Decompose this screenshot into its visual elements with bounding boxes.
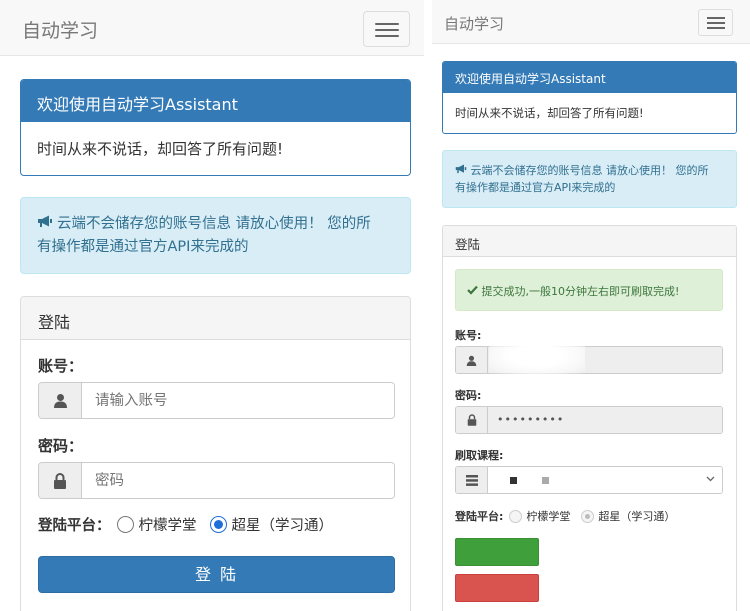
radio-button[interactable] bbox=[116, 516, 134, 533]
red-action-button[interactable] bbox=[455, 574, 539, 602]
radio-button-selected[interactable] bbox=[581, 509, 595, 523]
user-icon bbox=[456, 347, 488, 373]
account-label: 账号: bbox=[455, 329, 482, 342]
platform-group: 登陆平台： 柠檬学堂 超星（学习通） bbox=[38, 514, 346, 535]
login-title: 登陆 bbox=[21, 297, 410, 340]
platform-option-label: 超星（学习通） bbox=[598, 510, 676, 523]
alert-text-line2: 有操作都是通过官方API来完成的 bbox=[455, 181, 616, 194]
navbar-brand[interactable]: 自动学习 bbox=[444, 13, 504, 34]
welcome-title: 欢迎使用自动学习Assistant bbox=[21, 80, 410, 122]
login-title: 登陆 bbox=[443, 226, 736, 257]
platform-option-ningmeng[interactable]: 柠檬学堂 bbox=[116, 514, 197, 535]
megaphone-icon bbox=[455, 164, 471, 177]
lock-icon bbox=[456, 407, 488, 433]
platform-option-label: 柠檬学堂 bbox=[138, 518, 197, 534]
platform-option-label: 超星（学习通） bbox=[231, 518, 334, 534]
account-input[interactable] bbox=[82, 383, 394, 418]
radio-button[interactable] bbox=[509, 509, 523, 523]
password-label: 密码： bbox=[38, 437, 84, 455]
password-input-group: ••••••••• bbox=[455, 406, 723, 434]
alert-text-line1: 云端不会储存您的账号信息 请放心使用！ 您的所 bbox=[470, 164, 709, 177]
redacted-blur bbox=[489, 338, 585, 374]
alert-text-line2: 有操作都是通过官方API来完成的 bbox=[37, 239, 249, 255]
platform-option-chaoxing[interactable]: 超星（学习通） bbox=[581, 508, 675, 524]
welcome-text: 时间从来不说话，却回答了所有问题! bbox=[455, 106, 644, 120]
navbar-brand[interactable]: 自动学习 bbox=[22, 16, 98, 43]
lock-icon bbox=[39, 463, 82, 498]
success-message: 提交成功,一般10分钟左右即可刷取完成! bbox=[481, 285, 680, 298]
success-alert: 提交成功,一般10分钟左右即可刷取完成! bbox=[455, 269, 723, 311]
welcome-title: 欢迎使用自动学习Assistant bbox=[443, 62, 736, 93]
course-select-group bbox=[455, 466, 723, 494]
navbar: 自动学习 bbox=[0, 0, 424, 56]
screenshot-divider bbox=[424, 0, 432, 611]
platform-option-label: 柠檬学堂 bbox=[526, 510, 571, 523]
menu-toggle-button[interactable] bbox=[363, 11, 410, 47]
redacted-mark bbox=[542, 477, 549, 484]
password-label: 密码: bbox=[455, 389, 482, 402]
alert-text-line1: 云端不会储存您的账号信息 请放心使用！ 您的所 bbox=[57, 216, 371, 232]
course-label: 刷取课程: bbox=[455, 449, 504, 462]
login-panel: 登陆 提交成功,一般10分钟左右即可刷取完成! 账号: 密码: ••••••••… bbox=[442, 225, 737, 611]
course-select[interactable] bbox=[488, 467, 722, 493]
login-submit-button[interactable]: 登 陆 bbox=[38, 556, 395, 593]
megaphone-icon bbox=[37, 213, 53, 236]
list-icon bbox=[456, 467, 488, 493]
chevron-down-icon bbox=[706, 475, 715, 485]
info-alert: 云端不会储存您的账号信息 请放心使用！ 您的所 有操作都是通过官方API来完成的 bbox=[20, 197, 411, 274]
welcome-text: 时间从来不说话，却回答了所有问题! bbox=[37, 140, 284, 158]
right-screenshot: 自动学习 欢迎使用自动学习Assistant 时间从来不说话，却回答了所有问题!… bbox=[432, 0, 750, 611]
login-panel: 登陆 账号： 密码： 登陆平台： 柠檬学堂 超星（学习通） bbox=[20, 296, 411, 611]
info-alert: 云端不会储存您的账号信息 请放心使用！ 您的所 有操作都是通过官方API来完成的 bbox=[442, 150, 737, 208]
platform-option-ningmeng[interactable]: 柠檬学堂 bbox=[509, 508, 570, 524]
menu-toggle-button[interactable] bbox=[698, 9, 733, 36]
redacted-mark bbox=[510, 477, 517, 484]
platform-group: 登陆平台: 柠檬学堂 超星（学习通） bbox=[455, 508, 686, 524]
account-label: 账号： bbox=[38, 357, 84, 375]
welcome-panel: 欢迎使用自动学习Assistant 时间从来不说话，却回答了所有问题! bbox=[442, 61, 737, 134]
user-icon bbox=[39, 383, 82, 418]
left-screenshot: 自动学习 欢迎使用自动学习Assistant 时间从来不说话，却回答了所有问题!… bbox=[0, 0, 424, 611]
check-icon bbox=[467, 285, 482, 298]
platform-label: 登陆平台： bbox=[38, 518, 111, 534]
radio-button-selected[interactable] bbox=[209, 516, 227, 533]
account-input-group bbox=[38, 382, 395, 419]
password-input[interactable]: ••••••••• bbox=[488, 407, 722, 433]
welcome-panel: 欢迎使用自动学习Assistant 时间从来不说话，却回答了所有问题! bbox=[20, 79, 411, 176]
platform-option-chaoxing[interactable]: 超星（学习通） bbox=[209, 514, 334, 535]
green-action-button[interactable] bbox=[455, 538, 539, 566]
navbar: 自动学习 bbox=[432, 0, 750, 44]
password-input[interactable] bbox=[82, 463, 394, 498]
platform-label: 登陆平台: bbox=[455, 510, 504, 523]
password-input-group bbox=[38, 462, 395, 499]
